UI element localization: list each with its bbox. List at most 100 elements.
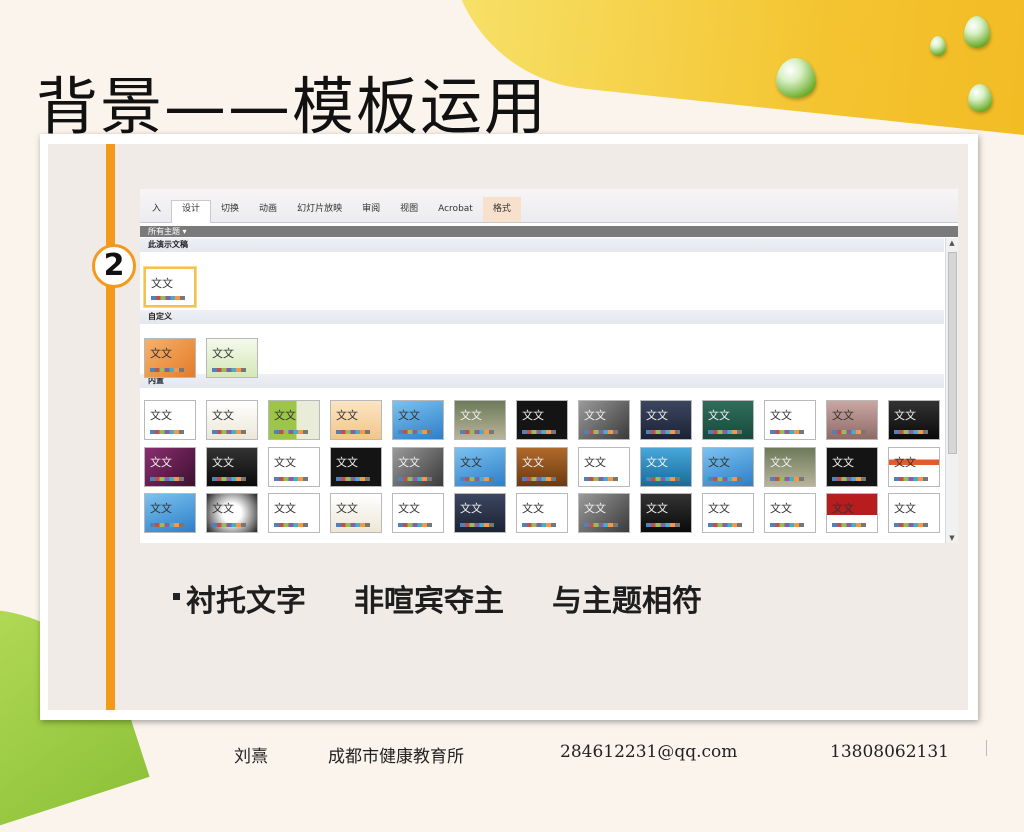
theme-thumbnail[interactable]: 文文 xyxy=(640,493,692,533)
gallery-scrollbar[interactable]: ▲ ▼ xyxy=(945,238,958,543)
theme-thumbnail[interactable]: 文文 xyxy=(268,493,320,533)
theme-color-swatch-icon xyxy=(336,523,370,527)
footer-organization: 成都市健康教育所 xyxy=(328,747,464,767)
theme-color-swatch-icon xyxy=(646,430,680,434)
theme-thumbnail[interactable]: 文文 xyxy=(702,400,754,440)
theme-thumbnail[interactable]: 文文 xyxy=(702,447,754,487)
theme-thumbnail[interactable]: 文文 xyxy=(392,400,444,440)
water-drop-icon xyxy=(964,16,990,48)
theme-thumbnail[interactable]: 文文 xyxy=(516,447,568,487)
theme-color-swatch-icon xyxy=(708,477,742,481)
theme-thumbnail[interactable]: 文文 xyxy=(392,447,444,487)
theme-thumbnail[interactable]: 文文 xyxy=(702,493,754,533)
theme-thumbnail[interactable]: 文文 xyxy=(826,447,878,487)
theme-thumbnail[interactable]: 文文 xyxy=(144,447,196,487)
theme-thumbnail[interactable]: 文文 xyxy=(578,400,630,440)
theme-color-swatch-icon xyxy=(151,296,185,300)
theme-thumbnail-label: 文文 xyxy=(584,456,606,469)
footer-author: 刘熹 xyxy=(234,747,268,767)
theme-thumbnail[interactable]: 文文 xyxy=(206,493,258,533)
theme-thumbnail[interactable]: 文文 xyxy=(144,493,196,533)
theme-thumbnail-label: 文文 xyxy=(522,409,544,422)
theme-thumbnail[interactable]: 文文 xyxy=(454,400,506,440)
theme-thumbnail[interactable]: 文文 xyxy=(206,400,258,440)
theme-thumbnail[interactable]: 文文 xyxy=(640,447,692,487)
ribbon-tab[interactable]: 审阅 xyxy=(352,201,390,222)
theme-thumbnail[interactable]: 文文 xyxy=(268,447,320,487)
theme-thumbnail-label: 文文 xyxy=(646,409,668,422)
theme-thumbnail[interactable]: 文文 xyxy=(330,493,382,533)
theme-thumbnail-label: 文文 xyxy=(398,502,420,515)
theme-thumbnail[interactable]: 文文 xyxy=(144,400,196,440)
theme-color-swatch-icon xyxy=(460,477,494,481)
theme-color-swatch-icon xyxy=(212,523,246,527)
theme-thumbnail-label: 文文 xyxy=(274,456,296,469)
theme-color-swatch-icon xyxy=(398,430,432,434)
scroll-down-icon[interactable]: ▼ xyxy=(947,533,957,543)
ribbon-tab[interactable]: 幻灯片放映 xyxy=(287,201,352,222)
theme-thumbnail[interactable]: 文文 xyxy=(454,447,506,487)
bullet-segment-not-overpowering: 非喧宾夺主 xyxy=(354,584,504,619)
theme-thumbnail[interactable]: 文文 xyxy=(454,493,506,533)
ribbon-tab[interactable]: Acrobat xyxy=(428,204,483,222)
theme-thumbnail[interactable]: 文文 xyxy=(578,493,630,533)
bullet-line: 衬托文字 非喧宾夺主 与主题相符 xyxy=(173,576,702,620)
section-label-built-in: 内置 xyxy=(140,374,944,388)
theme-thumbnail-label: 文文 xyxy=(646,456,668,469)
theme-thumbnail-label: 文文 xyxy=(212,347,234,360)
theme-thumbnail-label: 文文 xyxy=(336,502,358,515)
section-label-custom: 自定义 xyxy=(140,310,944,324)
theme-thumbnail[interactable]: 文文 xyxy=(516,400,568,440)
theme-thumbnail-label: 文文 xyxy=(212,409,234,422)
ribbon-tab[interactable]: 切换 xyxy=(211,201,249,222)
theme-thumbnail[interactable]: 文文 xyxy=(764,447,816,487)
theme-thumbnail[interactable]: 文文 xyxy=(888,447,940,487)
theme-thumbnail-label: 文文 xyxy=(894,502,916,515)
theme-thumbnail-label: 文文 xyxy=(460,502,482,515)
theme-color-swatch-icon xyxy=(584,430,618,434)
theme-color-swatch-icon xyxy=(584,477,618,481)
scroll-thumb[interactable] xyxy=(948,252,957,454)
theme-color-swatch-icon xyxy=(212,477,246,481)
theme-thumbnail[interactable]: 文文 xyxy=(516,493,568,533)
screenshot-frame: 2 入设计 切换 动画 幻灯片放映 审阅 视图 Acrobat 格式 所有主题 ▾ 此演示文稿… xyxy=(40,134,978,720)
theme-thumbnail[interactable]: 文文 xyxy=(888,400,940,440)
theme-thumbnail-label: 文文 xyxy=(708,502,730,515)
theme-color-swatch-icon xyxy=(274,523,308,527)
theme-color-swatch-icon xyxy=(894,430,928,434)
theme-thumbnail[interactable]: 文文 xyxy=(144,338,196,378)
theme-thumbnail[interactable]: 文文 xyxy=(392,493,444,533)
ribbon-tab[interactable]: 入 xyxy=(142,201,171,222)
theme-color-swatch-icon xyxy=(336,430,370,434)
theme-thumbnail-label: 文文 xyxy=(832,456,854,469)
theme-thumbnail[interactable]: 文文 xyxy=(888,493,940,533)
theme-thumbnail-label: 文文 xyxy=(398,456,420,469)
theme-thumbnail[interactable]: 文文 xyxy=(640,400,692,440)
theme-thumbnail-label: 文文 xyxy=(708,409,730,422)
scroll-up-icon[interactable]: ▲ xyxy=(947,238,957,248)
theme-thumbnail[interactable]: 文文 xyxy=(268,400,320,440)
footer-phone: 13808062131 xyxy=(830,742,949,762)
theme-thumbnail-label: 文文 xyxy=(522,502,544,515)
gallery-header-all-themes[interactable]: 所有主题 ▾ xyxy=(140,226,958,237)
theme-thumbnail[interactable]: 文文 xyxy=(578,447,630,487)
theme-thumbnail-label: 文文 xyxy=(150,502,172,515)
theme-thumbnail-label: 文文 xyxy=(274,502,296,515)
theme-thumbnail[interactable]: 文文 xyxy=(330,447,382,487)
theme-thumbnail[interactable]: 文文 xyxy=(330,400,382,440)
theme-thumbnail[interactable]: 文文 xyxy=(764,400,816,440)
ribbon-tab[interactable]: 设计 xyxy=(171,200,212,223)
ribbon-tab[interactable]: 格式 xyxy=(482,197,521,222)
slide-footer: 刘熹 成都市健康教育所 284612231@qq.com 13808062131 xyxy=(0,736,1024,768)
accent-vertical-line xyxy=(106,144,115,710)
theme-thumbnail[interactable]: 文文 xyxy=(144,267,196,307)
theme-thumbnail[interactable]: 文文 xyxy=(826,400,878,440)
ribbon-tab[interactable]: 视图 xyxy=(390,201,428,222)
theme-thumbnail[interactable]: 文文 xyxy=(826,493,878,533)
ribbon-tab[interactable]: 动画 xyxy=(249,201,287,222)
theme-thumbnail[interactable]: 文文 xyxy=(764,493,816,533)
theme-thumbnail-label: 文文 xyxy=(150,456,172,469)
theme-thumbnail[interactable]: 文文 xyxy=(206,447,258,487)
theme-thumbnail-label: 文文 xyxy=(770,502,792,515)
theme-thumbnail[interactable]: 文文 xyxy=(206,338,258,378)
